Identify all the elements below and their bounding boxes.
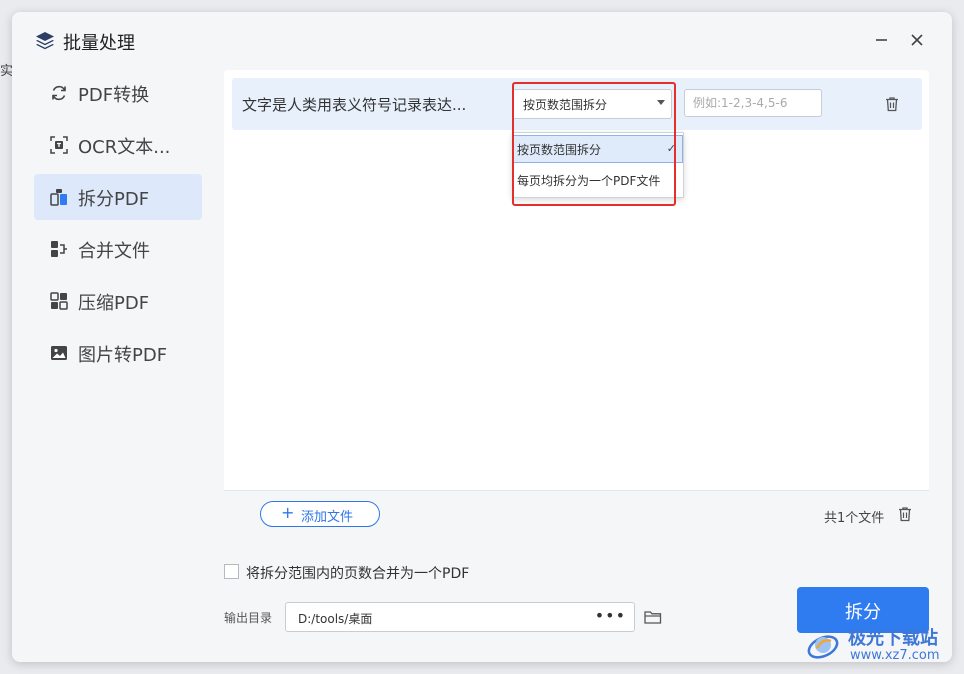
folder-icon[interactable] bbox=[644, 609, 662, 625]
sidebar-item-label: 合并文件 bbox=[78, 241, 150, 262]
merge-option-label[interactable]: 将拆分范围内的页数合并为一个PDF bbox=[246, 563, 469, 583]
clear-all-trash-icon[interactable] bbox=[898, 506, 912, 522]
split-mode-dropdown: 按页数范围拆分 ✓ 每页均拆分为一个PDF文件 bbox=[512, 132, 684, 198]
close-icon[interactable] bbox=[907, 30, 927, 50]
batch-dialog: 批量处理 PDF转换 OCR文本... 拆分PDF 合并文件 压缩PDF 图片转… bbox=[12, 12, 952, 662]
layers-icon bbox=[34, 30, 56, 52]
sidebar-item-label: 压缩PDF bbox=[78, 293, 150, 314]
sidebar-item-ocr[interactable]: OCR文本... bbox=[34, 122, 202, 168]
merge-icon bbox=[50, 240, 68, 258]
check-icon: ✓ bbox=[666, 142, 676, 155]
window-title: 批量处理 bbox=[63, 33, 135, 54]
image-icon bbox=[50, 344, 68, 362]
split-mode-select[interactable]: 按页数范围拆分 bbox=[512, 89, 672, 119]
sidebar-item-split-pdf[interactable]: 拆分PDF bbox=[34, 174, 202, 220]
dropdown-option-by-range[interactable]: 按页数范围拆分 ✓ bbox=[513, 135, 683, 163]
title-bar: 批量处理 bbox=[12, 12, 952, 70]
sidebar-item-label: OCR文本... bbox=[78, 137, 171, 158]
dropdown-option-each-page[interactable]: 每页均拆分为一个PDF文件 bbox=[513, 166, 683, 194]
split-button[interactable]: 拆分 bbox=[797, 587, 929, 633]
output-dir-field[interactable]: D:/tools/桌面 ••• bbox=[285, 602, 635, 632]
sidebar-item-merge[interactable]: 合并文件 bbox=[34, 226, 202, 272]
trash-icon[interactable] bbox=[884, 96, 900, 112]
output-dir-path: D:/tools/桌面 bbox=[298, 612, 373, 626]
refresh-icon bbox=[50, 84, 68, 102]
file-row[interactable]: 文字是人类用表义符号记录表达... 按页数范围拆分 bbox=[232, 78, 922, 130]
plus-icon: + bbox=[281, 503, 295, 522]
sidebar-item-label: 图片转PDF bbox=[78, 345, 168, 366]
dropdown-option-label: 每页均拆分为一个PDF文件 bbox=[517, 174, 661, 188]
sidebar-item-label: PDF转换 bbox=[78, 85, 150, 106]
sidebar-item-compress[interactable]: 压缩PDF bbox=[34, 278, 202, 324]
ocr-icon bbox=[50, 136, 68, 154]
sidebar-item-image-to-pdf[interactable]: 图片转PDF bbox=[34, 330, 202, 376]
more-options-icon[interactable]: ••• bbox=[595, 606, 626, 625]
file-list-footer: + 添加文件 共1个文件 bbox=[224, 490, 929, 547]
compress-icon bbox=[50, 292, 68, 310]
dropdown-option-label: 按页数范围拆分 bbox=[517, 143, 602, 157]
split-button-label: 拆分 bbox=[845, 602, 881, 623]
file-name: 文字是人类用表义符号记录表达... bbox=[242, 96, 467, 114]
page-range-input[interactable] bbox=[684, 89, 822, 117]
caret-down-icon bbox=[657, 100, 665, 105]
merge-checkbox[interactable] bbox=[224, 564, 239, 579]
sidebar-item-label: 拆分PDF bbox=[78, 189, 150, 210]
sidebar-item-pdf-convert[interactable]: PDF转换 bbox=[34, 70, 202, 116]
output-dir-label: 输出目录 bbox=[224, 611, 273, 625]
add-file-label: 添加文件 bbox=[301, 510, 354, 525]
split-icon bbox=[50, 188, 68, 206]
add-file-button[interactable]: + 添加文件 bbox=[260, 501, 380, 527]
sidebar: PDF转换 OCR文本... 拆分PDF 合并文件 压缩PDF 图片转PDF bbox=[34, 70, 202, 382]
minimize-icon[interactable] bbox=[872, 30, 892, 50]
file-count: 共1个文件 bbox=[824, 511, 885, 526]
split-mode-value: 按页数范围拆分 bbox=[523, 98, 608, 112]
